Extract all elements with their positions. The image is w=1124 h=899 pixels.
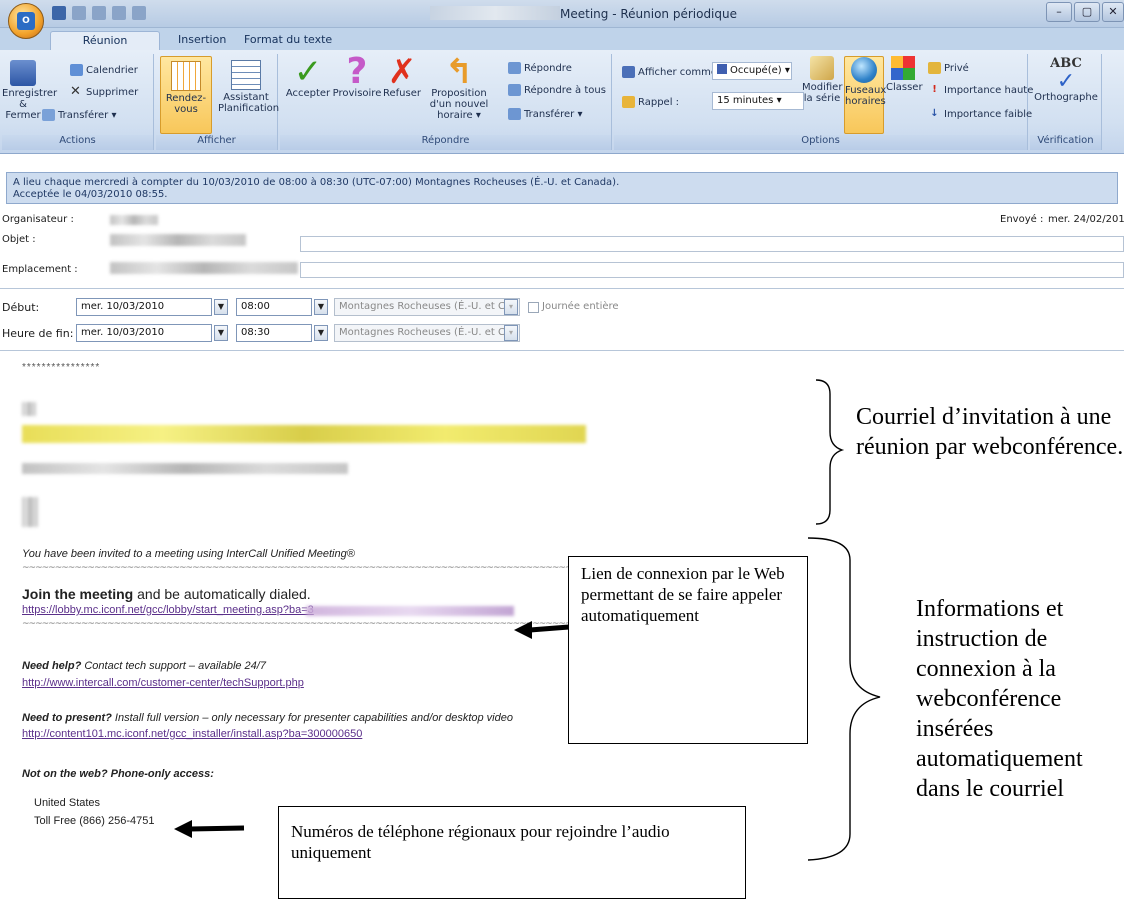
- callout-link: Lien de connexion par le Web permettant …: [568, 556, 808, 744]
- invitation-brace: [815, 379, 845, 525]
- office-button[interactable]: O: [8, 3, 44, 39]
- callout-phone: Numéros de téléphone régionaux pour rejo…: [278, 806, 746, 899]
- phone-arrowhead: [174, 820, 192, 838]
- outlook-meeting-window: Meeting - Réunion périodique – ▢ ✕ O Réu…: [0, 0, 1124, 899]
- office-logo-icon: O: [17, 12, 35, 30]
- phone-arrow: [189, 825, 245, 832]
- info-brace: [807, 537, 881, 861]
- annotation-info: Informations et instruction de connexion…: [916, 596, 1083, 802]
- link-arrowhead: [514, 621, 532, 639]
- annotation-invitation: Courriel d’invitation à une réunion par …: [856, 404, 1124, 460]
